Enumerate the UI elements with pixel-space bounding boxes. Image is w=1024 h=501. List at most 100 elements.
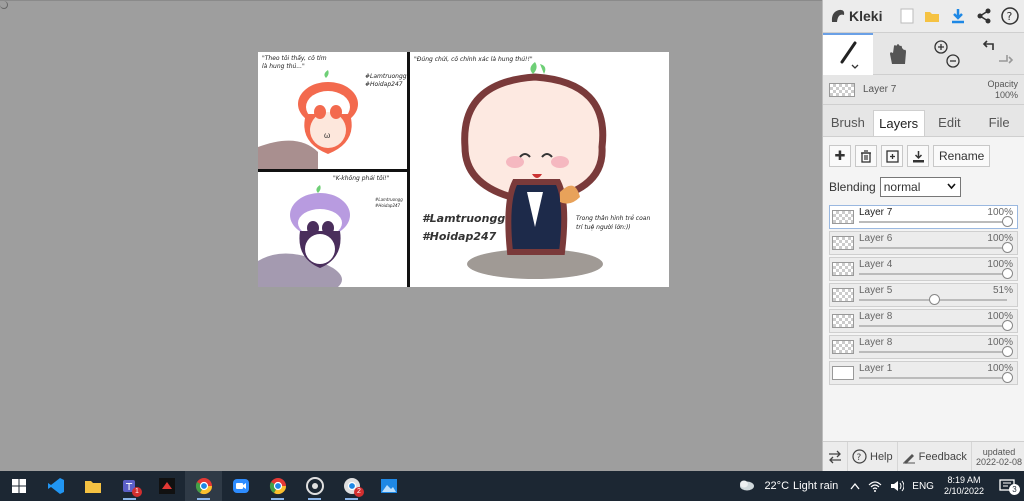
tool-row [823, 32, 1024, 75]
new-image-button[interactable] [895, 4, 918, 28]
panel-divider-horizontal [258, 169, 410, 172]
notification-count: 3 [1009, 484, 1020, 495]
chevron-up-icon[interactable] [850, 482, 860, 490]
layer-opacity-track [859, 221, 1007, 223]
app-logo[interactable]: Kleki [829, 7, 895, 25]
swap-side-button[interactable] [823, 441, 848, 472]
svg-text:?: ? [1006, 10, 1012, 23]
tab-layers[interactable]: Layers [872, 110, 925, 136]
taskbar-chrome-3[interactable]: 2 [333, 471, 370, 501]
brush-icon [840, 41, 859, 69]
tab-brush[interactable]: Brush [823, 110, 873, 136]
artwork-canvas[interactable]: "Theo tôi thấy, cô tím là hung thủ..." #… [258, 52, 669, 287]
folder-icon [84, 480, 101, 493]
tab-edit[interactable]: Edit [925, 110, 975, 136]
sidebar-footer: ? Help Feedback updated 2022-02-08 [823, 441, 1024, 472]
canvas-workspace[interactable]: "Theo tôi thấy, cô tím là hung thủ..." #… [0, 0, 822, 471]
hand-tool[interactable] [873, 33, 923, 75]
layer-opacity-track [859, 351, 1007, 353]
layer-opacity-slider[interactable] [1001, 242, 1013, 253]
layer-name: Layer 6 [859, 233, 893, 244]
opacity-label: Opacity [987, 78, 1018, 89]
layer-thumbnail [832, 314, 854, 328]
layer-opacity-slider[interactable] [1001, 216, 1013, 227]
taskbar-media-app[interactable] [296, 471, 333, 501]
windows-taskbar: T 1 2 22°C Light rain ENG 8:19 AM 2/10/2… [0, 471, 1024, 501]
layer-opacity-track [859, 325, 1007, 327]
tab-file[interactable]: File [974, 110, 1024, 136]
layer-list: Layer 7 100% Layer 6 100% Layer 4 100% L… [829, 205, 1018, 385]
weather-temperature[interactable]: 22°C [764, 480, 789, 492]
layer-row[interactable]: Layer 6 100% [829, 231, 1018, 255]
hand-icon [890, 43, 906, 64]
rename-layer-button[interactable]: Rename [933, 145, 991, 167]
layer-opacity-slider[interactable] [1001, 372, 1013, 383]
comic-panel-1: "Theo tôi thấy, cô tím là hung thủ..." #… [258, 52, 407, 169]
wifi-icon[interactable] [868, 480, 882, 492]
zoom-in-icon[interactable] [931, 37, 965, 71]
notification-button[interactable]: 3 [994, 479, 1020, 495]
layer-name: Layer 8 [859, 311, 893, 322]
layer-opacity-track [859, 247, 1007, 249]
weather-description[interactable]: Light rain [793, 480, 838, 492]
clock[interactable]: 8:19 AM 2/10/2022 [944, 475, 984, 497]
layer-thumbnail [832, 210, 854, 224]
layer-row[interactable]: Layer 8 100% [829, 335, 1018, 359]
duplicate-icon [885, 149, 899, 163]
blending-row: Blending normal [829, 175, 1018, 199]
taskbar-game-app[interactable] [148, 471, 185, 501]
layer-thumbnail [832, 288, 854, 302]
app-name: Kleki [849, 8, 883, 24]
taskbar-file-explorer[interactable] [74, 471, 111, 501]
layer-opacity-slider[interactable] [1001, 320, 1013, 331]
open-button[interactable] [921, 4, 944, 28]
add-layer-button[interactable]: ✚ [829, 145, 851, 167]
cloud-rain-icon [740, 480, 755, 491]
updated-info[interactable]: updated 2022-02-08 [972, 447, 1022, 467]
kleki-logo-icon [831, 9, 845, 22]
taskbar-chrome[interactable] [185, 471, 222, 501]
taskbar-chrome-2[interactable] [259, 471, 296, 501]
chrome-badge: 2 [354, 487, 364, 497]
layer-opacity-slider[interactable] [1001, 346, 1013, 357]
help-link[interactable]: ? Help [848, 441, 898, 472]
current-layer-thumbnail [829, 82, 855, 97]
merge-layer-button[interactable] [907, 145, 929, 167]
blending-select[interactable]: normal [879, 177, 961, 197]
layer-opacity-slider[interactable] [928, 294, 940, 305]
start-button[interactable] [0, 471, 37, 501]
layer-row[interactable]: Layer 7 100% [829, 205, 1018, 229]
layer-row[interactable]: Layer 1 100% [829, 361, 1018, 385]
duplicate-layer-button[interactable] [881, 145, 903, 167]
layer-name: Layer 1 [859, 363, 893, 374]
taskbar-teams[interactable]: T 1 [111, 471, 148, 501]
trash-icon [861, 149, 871, 163]
taskbar-photos[interactable] [370, 471, 407, 501]
layer-opacity-slider[interactable] [1001, 268, 1013, 279]
feedback-link[interactable]: Feedback [898, 441, 972, 472]
orange-mushroom-character: ω [258, 70, 358, 169]
new-document-icon [900, 8, 914, 24]
feedback-icon [902, 453, 915, 464]
layers-panel: ✚ Rename Blending normal Layer 7 100% La… [823, 137, 1024, 447]
share-button[interactable] [973, 4, 996, 28]
layer-row[interactable]: Layer 8 100% [829, 309, 1018, 333]
layer-row[interactable]: Layer 5 51% [829, 283, 1018, 307]
help-button[interactable]: ? [998, 4, 1021, 28]
layer-name: Layer 7 [859, 207, 893, 218]
comic-panel-2: "K-không phải tôi!" #Lamtruongg #Hoidap2… [258, 173, 407, 287]
delete-layer-button[interactable] [855, 145, 877, 167]
taskbar-vscode[interactable] [37, 471, 74, 501]
volume-icon[interactable] [890, 480, 905, 492]
panel3-caption: Trong thân hình trẻ coan trí tuệ người l… [576, 215, 651, 231]
svg-text:?: ? [857, 453, 862, 463]
brush-tool[interactable] [823, 32, 873, 75]
save-button[interactable] [947, 4, 970, 28]
language-indicator[interactable]: ENG [912, 481, 934, 492]
taskbar-zoom[interactable] [222, 471, 259, 501]
comic-panel-3: "Đúng chứi, cô chính xác là hung thủ!!" … [410, 52, 669, 287]
layer-row[interactable]: Layer 4 100% [829, 257, 1018, 281]
corner-indicator [0, 1, 8, 9]
undo-icon[interactable] [981, 37, 1015, 71]
panel3-tag-2: #Hoidap247 [422, 230, 497, 243]
